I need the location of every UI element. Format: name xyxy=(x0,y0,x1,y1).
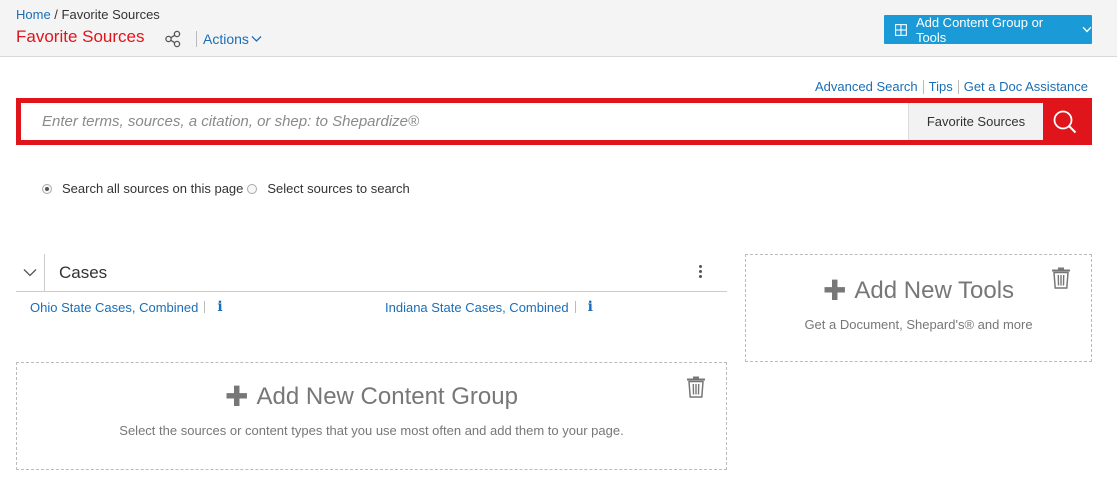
breadcrumb-home-link[interactable]: Home xyxy=(16,7,51,22)
add-new-content-group-heading: ✚ Add New Content Group xyxy=(17,383,726,411)
radio-search-all-label: Search all sources on this page xyxy=(62,181,244,196)
cases-panel-title: Cases xyxy=(59,262,108,282)
search-scope-radios: Search all sources on this page Select s… xyxy=(42,181,414,196)
source-item: Indiana State Cases, Combined i xyxy=(385,299,593,315)
top-links: Advanced Search Tips Get a Doc Assistanc… xyxy=(815,79,1088,94)
add-new-content-group-title: Add New Content Group xyxy=(256,383,518,410)
source-divider xyxy=(574,301,576,313)
search-button[interactable] xyxy=(1043,103,1087,140)
chevron-down-icon xyxy=(23,269,37,277)
link-divider xyxy=(922,79,924,94)
get-doc-assistance-link[interactable]: Get a Doc Assistance xyxy=(964,79,1088,94)
source-item: Ohio State Cases, Combined i xyxy=(30,299,223,315)
add-new-tools-heading: ✚ Add New Tools xyxy=(746,277,1091,305)
radio-select-sources-label: Select sources to search xyxy=(267,181,410,196)
breadcrumb-current: Favorite Sources xyxy=(61,7,160,22)
advanced-search-link[interactable]: Advanced Search xyxy=(815,79,918,94)
add-new-content-group-subtitle: Select the sources or content types that… xyxy=(119,423,624,438)
trash-icon[interactable] xyxy=(1051,267,1071,289)
radio-select-sources[interactable] xyxy=(247,183,258,194)
search-input[interactable] xyxy=(21,103,908,140)
cases-panel-header: Cases xyxy=(16,253,727,292)
radio-search-all[interactable] xyxy=(42,183,52,194)
breadcrumb: Home / Favorite Sources xyxy=(16,7,160,22)
cases-panel: Cases Ohio State Cases, Combined i India… xyxy=(16,253,727,322)
header-divider xyxy=(196,31,197,47)
breadcrumb-separator: / xyxy=(50,7,62,22)
add-new-tools-subtitle: Get a Document, Shepard's® and more xyxy=(804,317,1033,332)
share-icon[interactable] xyxy=(164,30,182,48)
trash-icon[interactable] xyxy=(686,376,706,398)
plus-icon: ✚ xyxy=(822,275,847,306)
grid-icon xyxy=(895,23,907,36)
info-icon[interactable]: i xyxy=(217,299,222,315)
actions-label: Actions xyxy=(203,31,249,47)
sources-row: Ohio State Cases, Combined i Indiana Sta… xyxy=(16,292,727,322)
actions-dropdown[interactable]: Actions xyxy=(203,31,262,47)
source-divider xyxy=(204,301,206,313)
add-content-group-button[interactable]: Add Content Group or Tools xyxy=(884,14,1092,45)
search-bar: Favorite Sources xyxy=(16,98,1092,145)
page-header: Home / Favorite Sources Favorite Sources… xyxy=(0,0,1117,57)
link-divider xyxy=(957,79,959,94)
collapse-toggle[interactable] xyxy=(16,253,45,292)
page-title: Favorite Sources xyxy=(16,27,145,46)
add-new-tools-box[interactable]: ✚ Add New Tools Get a Document, Shepard'… xyxy=(745,254,1092,362)
source-link-indiana[interactable]: Indiana State Cases, Combined xyxy=(385,300,569,315)
chevron-down-icon xyxy=(251,36,262,42)
plus-icon: ✚ xyxy=(225,381,249,412)
search-scope-selector[interactable]: Favorite Sources xyxy=(908,103,1043,140)
add-content-group-label: Add Content Group or Tools xyxy=(915,14,1044,45)
chevron-down-icon xyxy=(1082,26,1092,33)
add-new-content-group-box[interactable]: ✚ Add New Content Group Select the sourc… xyxy=(16,362,727,470)
search-icon xyxy=(1053,110,1077,133)
tips-link[interactable]: Tips xyxy=(929,79,953,94)
source-link-ohio[interactable]: Ohio State Cases, Combined xyxy=(30,300,198,315)
more-options-icon[interactable] xyxy=(695,263,705,283)
info-icon[interactable]: i xyxy=(588,299,593,315)
add-new-tools-title: Add New Tools xyxy=(854,277,1015,304)
